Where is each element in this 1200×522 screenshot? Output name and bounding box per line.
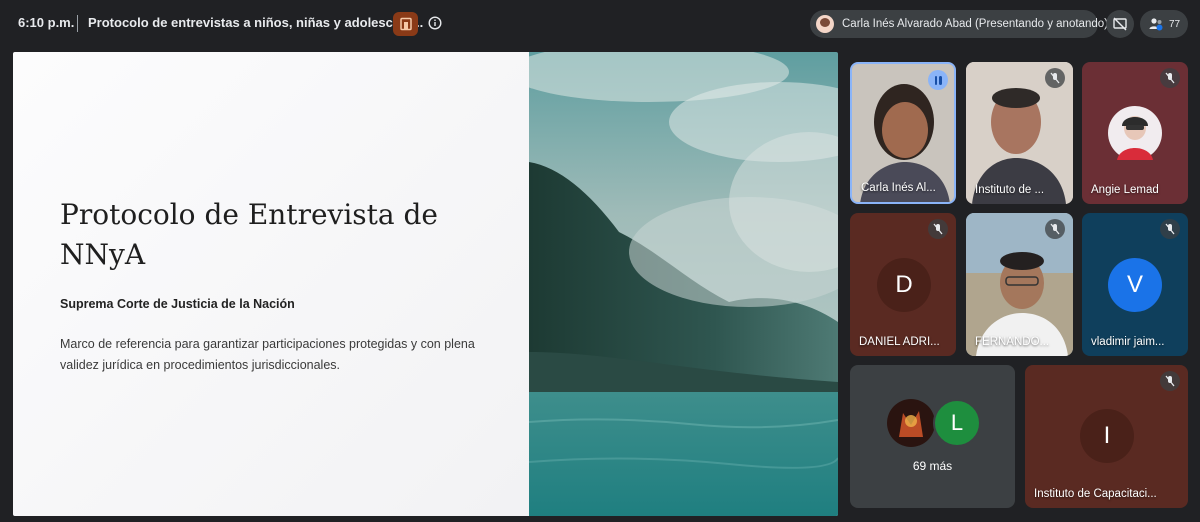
participant-name: FERNANDO... [975, 336, 1050, 348]
clock-time: 6:10 p.m. [18, 15, 75, 30]
participant-tile-instituto[interactable]: Instituto de ... [966, 62, 1073, 204]
info-icon[interactable] [428, 16, 442, 30]
participant-name: vladimir jaim... [1091, 336, 1165, 348]
mic-off-icon [1160, 219, 1180, 239]
participant-count: 77 [1168, 18, 1181, 30]
divider [77, 15, 78, 32]
host-controls-button[interactable] [393, 12, 418, 36]
participant-tile-fernando[interactable]: FERNANDO... [966, 213, 1073, 356]
mic-off-icon [928, 219, 948, 239]
mic-off-icon [1160, 68, 1180, 88]
slide-description: Marco de referencia para garantizar part… [60, 337, 475, 372]
avatar-letter: V [1108, 258, 1162, 312]
participant-avatar [887, 399, 935, 447]
mic-off-icon [1160, 371, 1180, 391]
participant-tile-instituto-capacitacion[interactable]: I Instituto de Capacitaci... [1025, 365, 1188, 508]
avatar-letter: I [1080, 409, 1134, 463]
presentation-slide: Protocolo de Entrevista de NNyA Suprema … [13, 52, 838, 516]
participant-name: Carla Inés Al... [861, 182, 936, 194]
participant-name: Angie Lemad [1091, 184, 1159, 196]
slide-text-panel: Protocolo de Entrevista de NNyA Suprema … [13, 52, 529, 516]
presenter-chip[interactable]: Carla Inés Alvarado Abad (Presentando y … [810, 10, 1108, 38]
slide-organization: Suprema Corte de Justicia de la Nación [60, 297, 295, 311]
mic-off-icon [1045, 68, 1065, 88]
mic-off-icon [1045, 219, 1065, 239]
participants-button[interactable]: 77 [1140, 10, 1188, 38]
avatar-letter: L [933, 399, 981, 447]
participant-tile-angie[interactable]: Angie Lemad [1082, 62, 1188, 204]
speaking-indicator [928, 70, 948, 90]
presenter-avatar [816, 15, 834, 33]
participant-tile-vladimir[interactable]: V vladimir jaim... [1082, 213, 1188, 356]
avatar-letter: D [877, 258, 931, 312]
stop-presenting-button[interactable] [1106, 10, 1134, 38]
meeting-title[interactable]: Protocolo de entrevistas a niños, niñas … [88, 15, 423, 30]
participant-tile-carla[interactable]: Carla Inés Al... [850, 62, 956, 204]
more-participants-tile[interactable]: L 69 más [850, 365, 1015, 508]
host-controls-icon [399, 17, 412, 31]
meeting-top-bar: 6:10 p.m. Protocolo de entrevistas a niñ… [0, 0, 1200, 48]
participant-avatar [1108, 106, 1162, 160]
participant-name: DANIEL ADRI... [859, 336, 940, 348]
participant-name: Instituto de ... [975, 184, 1045, 196]
presenter-label: Carla Inés Alvarado Abad (Presentando y … [842, 18, 1108, 30]
presentation-off-icon [1113, 17, 1127, 31]
participant-tile-daniel[interactable]: D DANIEL ADRI... [850, 213, 956, 356]
people-icon [1149, 18, 1163, 31]
participant-name: Instituto de Capacitaci... [1034, 488, 1157, 500]
slide-title: Protocolo de Entrevista de NNyA [60, 198, 438, 271]
slide-landscape-image [529, 52, 838, 516]
more-participants-count: 69 más [912, 459, 953, 473]
